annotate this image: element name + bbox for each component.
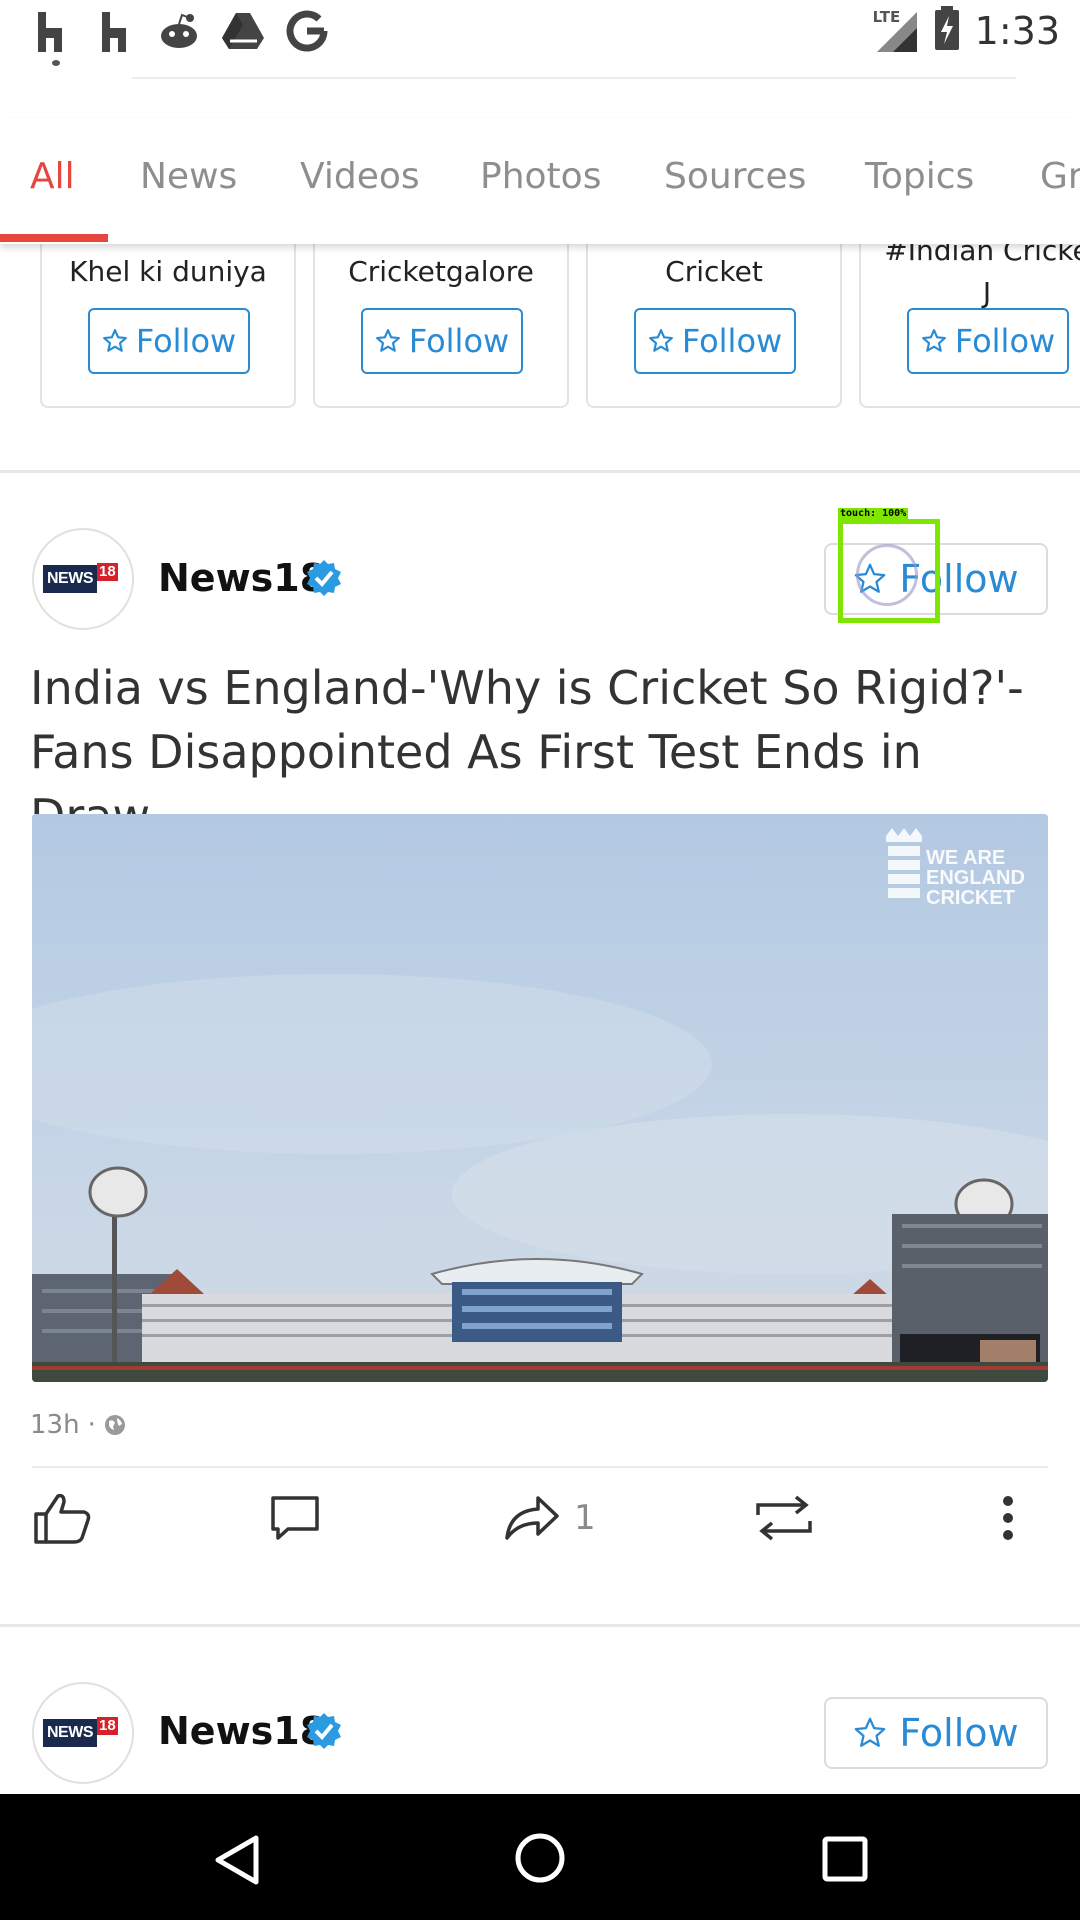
home-icon[interactable] [514, 1832, 566, 1884]
tab-videos[interactable]: Videos [300, 156, 420, 197]
comment-icon [271, 1496, 319, 1540]
reddit-icon [156, 8, 202, 54]
follow-button[interactable]: Follow [634, 308, 796, 374]
status-indicators: LTE 1:33 [873, 6, 1060, 56]
notification-icons [28, 8, 330, 54]
category-tabs: All News Videos Photos Sources Topics Gr [0, 118, 1080, 244]
verified-icon [307, 1713, 341, 1749]
follow-label: Follow [954, 322, 1056, 360]
section-divider [0, 470, 1080, 473]
star-icon [102, 329, 127, 352]
touch-highlight-box [838, 519, 940, 623]
tab-sources[interactable]: Sources [664, 156, 806, 197]
repost-icon [756, 1495, 812, 1541]
search-bar-edge [52, 60, 60, 66]
repost-button[interactable] [752, 1490, 816, 1546]
tab-photos[interactable]: Photos [480, 156, 601, 197]
post-time: 13h [30, 1410, 80, 1440]
star-icon [921, 329, 946, 352]
post-meta: 13h · [30, 1410, 126, 1440]
network-type: LTE [872, 8, 901, 26]
back-icon[interactable] [212, 1834, 260, 1886]
suggestion-name: #Indian Cricke J [884, 240, 1080, 309]
news18-logo: NEWS 18 [43, 1717, 123, 1747]
suggestion-card[interactable]: #Indian Cricke J Follow [859, 240, 1080, 408]
share-button[interactable]: 1 [504, 1490, 596, 1546]
suggestion-name: Cricketgalore [348, 255, 534, 288]
follow-button[interactable]: Follow [361, 308, 523, 374]
share-count: 1 [574, 1498, 596, 1538]
actions-divider [32, 1466, 1048, 1468]
thumbs-up-icon [34, 1493, 91, 1544]
like-button[interactable] [32, 1490, 92, 1546]
image-watermark: WE ARE ENGLAND CRICKET [926, 847, 1025, 909]
suggestion-card[interactable]: Khel ki duniya Follow [40, 240, 296, 408]
follow-button[interactable]: Follow [824, 1697, 1048, 1769]
google-icon [284, 8, 330, 54]
signal-icon: LTE [873, 8, 919, 54]
post-image[interactable]: WE ARE ENGLAND CRICKET [32, 814, 1048, 1382]
source-avatar[interactable]: NEWS 18 [32, 528, 134, 630]
houzz-icon [28, 8, 74, 54]
touch-label: touch: 100% [838, 508, 909, 520]
tab-news[interactable]: News [140, 156, 237, 197]
battery-icon [933, 6, 961, 56]
meta-separator: · [87, 1410, 96, 1440]
source-avatar[interactable]: NEWS 18 [32, 1682, 134, 1784]
more-options-button[interactable] [1000, 1490, 1016, 1546]
recents-icon[interactable] [822, 1836, 868, 1882]
section-divider [0, 1624, 1080, 1627]
suggestion-card[interactable]: Cricketgalore Follow [313, 240, 569, 408]
source-name[interactable]: News18 [158, 1709, 326, 1753]
star-icon [375, 329, 400, 352]
follow-button[interactable]: Follow [907, 308, 1069, 374]
tab-topics[interactable]: Topics [865, 156, 974, 197]
star-icon [648, 329, 673, 352]
status-bar: LTE 1:33 [0, 0, 1080, 62]
active-tab-indicator [0, 234, 108, 242]
source-name[interactable]: News18 [158, 556, 326, 600]
houzz-icon [92, 8, 138, 54]
suggestion-name: Cricket [665, 255, 763, 288]
globe-icon [104, 1415, 125, 1435]
news18-logo: NEWS 18 [43, 563, 123, 593]
clock: 1:33 [974, 9, 1060, 53]
star-icon [855, 1717, 886, 1747]
navigation-bar [0, 1794, 1080, 1920]
follow-label: Follow [899, 1711, 1019, 1755]
tab-all[interactable]: All [30, 156, 75, 197]
share-icon [505, 1496, 559, 1540]
more-vertical-icon [1003, 1496, 1013, 1540]
follow-label: Follow [135, 322, 237, 360]
search-bar-underline [132, 77, 1016, 79]
follow-button[interactable]: Follow [88, 308, 250, 374]
suggestion-name: Khel ki duniya [69, 255, 267, 288]
verified-icon [307, 560, 341, 596]
follow-label: Follow [408, 322, 510, 360]
source-suggestions: Khel ki duniya Follow Cricketgalore Foll… [0, 240, 1080, 410]
suggestion-card[interactable]: Cricket Follow [586, 240, 842, 408]
drive-icon [220, 8, 266, 54]
comment-button[interactable] [270, 1490, 320, 1546]
follow-label: Follow [681, 322, 783, 360]
tab-groups[interactable]: Gr [1040, 156, 1080, 197]
